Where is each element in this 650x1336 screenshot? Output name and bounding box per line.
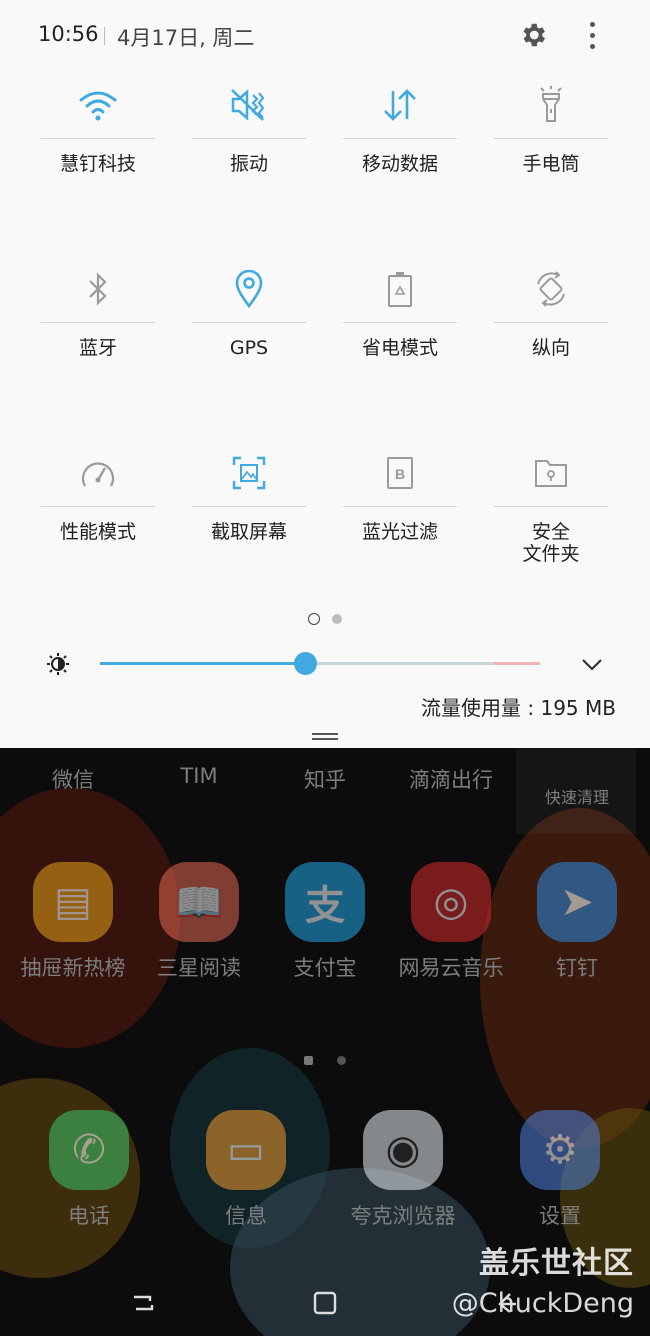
tile-label: 省电模式 bbox=[361, 337, 438, 359]
tile-label: 蓝光过滤 bbox=[361, 521, 438, 543]
app-label: 抽屉新热榜 bbox=[20, 956, 126, 980]
app-icon-samsung-reading[interactable]: 📖 三星阅读 bbox=[136, 862, 262, 982]
alipay-app-icon: 支 bbox=[285, 862, 365, 942]
app-label: 设置 bbox=[539, 1204, 581, 1228]
quick-panel: 10:56 4月17日, 周二 慧钉科技 振动 移动数据 手电筒 蓝牙 GPS … bbox=[0, 0, 650, 748]
page-dot bbox=[337, 1056, 346, 1065]
power-saving-icon bbox=[388, 272, 412, 307]
page-dot-active[interactable] bbox=[308, 612, 320, 625]
message-icon: ▭ bbox=[206, 1110, 286, 1190]
app-icon-dingtalk[interactable]: ➤ 钉钉 bbox=[514, 862, 640, 982]
dock-phone[interactable]: ✆ 电话 bbox=[26, 1110, 152, 1230]
tile-flashlight[interactable]: 手电筒 bbox=[494, 72, 608, 175]
vibrate-icon bbox=[231, 89, 265, 121]
tile-label: 蓝牙 bbox=[78, 337, 117, 359]
wifi-icon bbox=[79, 91, 117, 121]
data-usage-text: 流量使用量 : 195 MB bbox=[421, 696, 616, 720]
settings-app-icon: ⚙ bbox=[520, 1110, 600, 1190]
app-icon-alipay[interactable]: 支 支付宝 bbox=[262, 862, 388, 982]
app-label: 支付宝 bbox=[293, 956, 357, 980]
tile-label: 慧钉科技 bbox=[59, 153, 136, 175]
panel-drag-handle[interactable] bbox=[312, 733, 338, 740]
gear-icon[interactable] bbox=[518, 20, 548, 50]
recent-apps-icon[interactable] bbox=[130, 1290, 156, 1316]
tile-screenshot[interactable]: 截取屏幕 bbox=[192, 440, 306, 543]
dock-quark-browser[interactable]: ◉ 夸克浏览器 bbox=[340, 1110, 466, 1230]
tile-mobile-data[interactable]: 移动数据 bbox=[343, 72, 457, 175]
brightness-icon bbox=[47, 653, 69, 675]
tile-label: 移动数据 bbox=[361, 153, 438, 175]
tile-label: 纵向 bbox=[531, 337, 570, 359]
browser-icon: ◉ bbox=[363, 1110, 443, 1190]
music-app-icon: ◎ bbox=[411, 862, 491, 942]
chevron-down-icon[interactable] bbox=[580, 654, 604, 674]
performance-icon bbox=[81, 462, 115, 487]
flashlight-icon bbox=[540, 86, 562, 122]
bluetooth-icon bbox=[89, 272, 107, 306]
tile-label: 安全 文件夹 bbox=[522, 521, 580, 565]
phone-icon: ✆ bbox=[49, 1110, 129, 1190]
tile-label: 振动 bbox=[229, 153, 268, 175]
clock: 10:56 bbox=[38, 22, 99, 46]
more-options-icon[interactable] bbox=[590, 22, 596, 50]
home-page-indicator bbox=[0, 1050, 650, 1069]
app-label: 信息 bbox=[225, 1204, 267, 1228]
app-label[interactable]: 微信 bbox=[10, 764, 136, 794]
tile-performance[interactable]: 性能模式 bbox=[41, 440, 155, 543]
tile-rotation[interactable]: 纵向 bbox=[494, 256, 608, 359]
tile-gps[interactable]: GPS bbox=[192, 256, 306, 359]
app-label[interactable]: 滴滴出行 bbox=[388, 764, 514, 794]
brightness-slider-thumb[interactable] bbox=[293, 652, 317, 675]
home-button-icon[interactable] bbox=[312, 1290, 338, 1316]
quick-panel-page-indicator bbox=[0, 608, 650, 627]
dingtalk-app-icon: ➤ bbox=[537, 862, 617, 942]
secure-folder-icon bbox=[535, 460, 567, 487]
watermark-title: 盖乐世社区 bbox=[479, 1246, 634, 1281]
mobile-data-icon bbox=[384, 89, 416, 121]
app-label: 三星阅读 bbox=[157, 956, 241, 980]
tile-bluetooth[interactable]: 蓝牙 bbox=[41, 256, 155, 359]
tile-label: 手电筒 bbox=[522, 153, 580, 175]
brightness-fill bbox=[100, 662, 305, 665]
home-screen: 微信 TIM 知乎 滴滴出行 快速清理 ▤ 抽屉新热榜 📖 三星阅读 支 支付宝… bbox=[0, 748, 650, 1336]
status-header: 10:56 4月17日, 周二 bbox=[0, 0, 650, 72]
app-label: 电话 bbox=[68, 1204, 110, 1228]
tile-vibrate[interactable]: 振动 bbox=[192, 72, 306, 175]
navigation-bar bbox=[0, 1278, 650, 1336]
book-app-icon: 📖 bbox=[159, 862, 239, 942]
date: 4月17日, 周二 bbox=[117, 26, 255, 50]
svg-text:B: B bbox=[395, 466, 405, 482]
tile-wifi[interactable]: 慧钉科技 bbox=[41, 72, 155, 175]
back-icon[interactable] bbox=[494, 1290, 520, 1316]
dock-settings[interactable]: ⚙ 设置 bbox=[497, 1110, 623, 1230]
brightness-high-range bbox=[494, 662, 540, 665]
screenshot-icon bbox=[232, 456, 266, 490]
tile-power-saving[interactable]: 省电模式 bbox=[343, 256, 457, 359]
tile-label: 截取屏幕 bbox=[210, 521, 287, 543]
tile-label: 性能模式 bbox=[59, 521, 136, 543]
divider bbox=[104, 27, 105, 45]
drawer-app-icon: ▤ bbox=[33, 862, 113, 942]
page-dot[interactable] bbox=[332, 613, 342, 624]
app-icon-drawer-news[interactable]: ▤ 抽屉新热榜 bbox=[10, 862, 136, 982]
home-page-dot bbox=[304, 1056, 313, 1065]
brightness-slider[interactable] bbox=[100, 652, 540, 675]
tile-blue-light-filter[interactable]: B 蓝光过滤 bbox=[343, 440, 457, 543]
app-label: 网易云音乐 bbox=[398, 956, 504, 980]
app-icon-netease-music[interactable]: ◎ 网易云音乐 bbox=[388, 862, 514, 982]
app-label[interactable]: TIM bbox=[136, 764, 262, 788]
blue-light-filter-icon: B bbox=[387, 457, 413, 489]
quick-clean-label[interactable]: 快速清理 bbox=[514, 784, 640, 808]
tile-secure-folder[interactable]: 安全 文件夹 bbox=[494, 440, 608, 565]
tile-label: GPS bbox=[229, 337, 269, 359]
app-label[interactable]: 知乎 bbox=[262, 764, 388, 794]
app-label: 钉钉 bbox=[556, 956, 598, 980]
app-label: 夸克浏览器 bbox=[350, 1204, 456, 1228]
rotation-icon bbox=[537, 271, 565, 307]
dock-messages[interactable]: ▭ 信息 bbox=[183, 1110, 309, 1230]
location-icon bbox=[235, 270, 263, 308]
brightness-control bbox=[0, 644, 650, 684]
